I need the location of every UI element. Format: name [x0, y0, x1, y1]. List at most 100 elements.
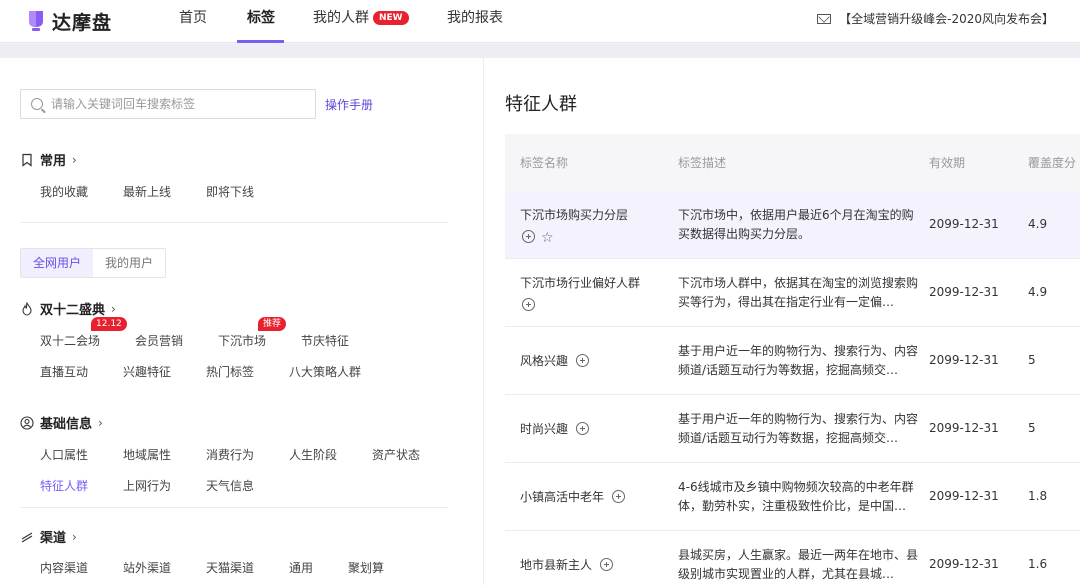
section-double12[interactable]: 双十二盛典 ›	[20, 299, 116, 318]
tag-life-stage[interactable]: 人生阶段	[289, 446, 337, 463]
add-icon[interactable]	[576, 354, 590, 367]
row-name-cell: 下沉市场行业偏好人群	[520, 274, 660, 314]
tag-tmall-channel[interactable]: 天猫渠道	[206, 559, 254, 576]
row-name[interactable]: 风格兴趣	[520, 354, 568, 368]
section-channel[interactable]: 渠道 ›	[20, 527, 77, 546]
nav-tags-label: 标签	[247, 10, 275, 26]
top-nav: 达摩盘 首页 标签 我的人群 NEW 我的报表 【全域营销升级峰会-2020风向发…	[0, 0, 1080, 43]
row-name[interactable]: 地市县新主人	[520, 558, 592, 572]
tag-juhuasuan[interactable]: 聚划算	[348, 559, 384, 576]
nav-active-indicator	[237, 40, 284, 43]
row-coverage: 4.9	[1028, 285, 1048, 299]
row-name[interactable]: 时尚兴趣	[520, 422, 568, 436]
col-tag-name: 标签名称	[520, 156, 569, 170]
add-icon[interactable]	[600, 558, 614, 571]
mail-icon	[817, 13, 832, 24]
tag-going-offline[interactable]: 即将下线	[206, 183, 254, 200]
row-coverage: 4.9	[1028, 217, 1048, 231]
chevron-right-icon: ›	[98, 415, 103, 430]
tag-lower-tier-market[interactable]: 下沉市场	[218, 332, 266, 349]
row-date: 2099-12-31	[929, 489, 999, 503]
table-row[interactable]: 下沉市场购买力分层 ☆ 下沉市场中，依据用户最近6个月在淘宝的购买数据得出购买力…	[505, 192, 1080, 259]
nav-home[interactable]: 首页	[179, 0, 207, 43]
tag-category-panel: 操作手册 常用 › 我的收藏 最新上线 即将下线 全网用户 我的用户 双十二盛典 ›…	[0, 58, 483, 585]
segment-all-users[interactable]: 全网用户	[21, 249, 94, 277]
row-date: 2099-12-31	[929, 285, 999, 299]
tag-consumption[interactable]: 消费行为	[206, 446, 254, 463]
row-name[interactable]: 小镇高活中老年	[520, 490, 604, 504]
nav-my-audience[interactable]: 我的人群 NEW	[313, 0, 409, 43]
tag-content-channel[interactable]: 内容渠道	[40, 559, 88, 576]
add-icon[interactable]	[522, 230, 535, 243]
section-common[interactable]: 常用 ›	[20, 150, 77, 169]
tag-general[interactable]: 通用	[289, 559, 313, 576]
announcement[interactable]: 【全域营销升级峰会-2020风向发布会】	[817, 10, 1054, 27]
new-badge: NEW	[373, 11, 409, 25]
row-desc: 4-6线城市及乡镇中购物频次较高的中老年群体，勤劳朴实，注重极致性价比，是中国…	[678, 480, 914, 513]
user-scope-toggle: 全网用户 我的用户	[20, 248, 167, 278]
row-coverage: 5	[1028, 421, 1036, 435]
tag-list-panel: 特征人群 标签名称 标签描述 有效期 覆盖度分 下沉市场购买力分层 ☆ 下沉市场…	[483, 58, 1080, 585]
add-icon[interactable]	[522, 298, 535, 311]
search-icon	[31, 98, 43, 110]
tag-festival-features[interactable]: 节庆特征	[301, 332, 349, 349]
nav-tags[interactable]: 标签	[247, 0, 275, 43]
row-desc: 下沉市场中，依据用户最近6个月在淘宝的购买数据得出购买力分层。	[678, 208, 914, 241]
tag-eight-strategies[interactable]: 八大策略人群	[289, 363, 361, 380]
section-channel-title: 渠道	[40, 531, 67, 546]
table-row[interactable]: 时尚兴趣 基于用户近一年的购物行为、搜索行为、内容频道/话题互动行为等数据，挖掘…	[505, 396, 1080, 463]
add-icon[interactable]	[576, 422, 590, 435]
section-double12-title: 双十二盛典	[40, 303, 106, 318]
tag-search[interactable]	[20, 89, 316, 119]
col-tag-desc: 标签描述	[678, 156, 727, 170]
divider	[20, 222, 448, 223]
flame-icon	[20, 300, 34, 316]
tag-feature-audience[interactable]: 特征人群	[40, 477, 88, 494]
row-date: 2099-12-31	[929, 353, 999, 367]
tag-my-favorites[interactable]: 我的收藏	[40, 183, 88, 200]
row-name-cell: 小镇高活中老年	[520, 488, 660, 506]
table-row[interactable]: 下沉市场行业偏好人群 下沉市场人群中，依据其在淘宝的浏览搜索购买等行为，得出其在…	[505, 260, 1080, 327]
section-basic-info[interactable]: 基础信息 ›	[20, 413, 103, 432]
tag-double12-venue[interactable]: 双十二会场	[40, 332, 100, 349]
row-name-cell: 下沉市场购买力分层 ☆	[520, 206, 660, 247]
logo-icon	[26, 9, 46, 33]
tag-hot-tags[interactable]: 热门标签	[206, 363, 254, 380]
search-input[interactable]	[51, 97, 301, 111]
row-date: 2099-12-31	[929, 421, 999, 435]
bookmark-icon	[20, 153, 34, 167]
row-name[interactable]: 下沉市场购买力分层	[520, 206, 660, 224]
nav-home-label: 首页	[179, 10, 207, 26]
tag-online-behavior[interactable]: 上网行为	[123, 477, 171, 494]
tag-live-interaction[interactable]: 直播互动	[40, 363, 88, 380]
nav-my-reports-label: 我的报表	[447, 10, 503, 26]
row-desc: 基于用户近一年的购物行为、搜索行为、内容频道/话题互动行为等数据，挖掘高频交…	[678, 344, 918, 377]
nav-my-reports[interactable]: 我的报表	[447, 0, 503, 43]
table-row[interactable]: 地市县新主人 县城买房，人生赢家。最近一两年在地市、县级别城市实现置业的人群，尤…	[505, 532, 1080, 585]
tag-interest-features[interactable]: 兴趣特征	[123, 363, 171, 380]
channel-icon	[20, 530, 34, 544]
table-row[interactable]: 风格兴趣 基于用户近一年的购物行为、搜索行为、内容频道/话题互动行为等数据，挖掘…	[505, 328, 1080, 395]
tag-newly-launched[interactable]: 最新上线	[123, 183, 171, 200]
manual-link[interactable]: 操作手册	[325, 96, 373, 113]
row-name[interactable]: 下沉市场行业偏好人群	[520, 274, 660, 292]
tag-offsite-channel[interactable]: 站外渠道	[123, 559, 171, 576]
row-coverage: 1.8	[1028, 489, 1048, 503]
logo[interactable]: 达摩盘	[26, 7, 112, 35]
divider	[20, 507, 448, 508]
nav-my-audience-label: 我的人群	[313, 10, 369, 26]
tag-member-marketing[interactable]: 会员营销	[135, 332, 183, 349]
add-icon[interactable]	[612, 490, 626, 503]
tag-asset-status[interactable]: 资产状态	[372, 446, 420, 463]
segment-my-users[interactable]: 我的用户	[93, 249, 165, 277]
star-icon[interactable]: ☆	[541, 229, 554, 247]
col-valid-until: 有效期	[929, 156, 966, 170]
table-row[interactable]: 小镇高活中老年 4-6线城市及乡镇中购物频次较高的中老年群体，勤劳朴实，注重极致…	[505, 464, 1080, 531]
tag-region[interactable]: 地域属性	[123, 446, 171, 463]
table-header: 标签名称 标签描述 有效期 覆盖度分	[505, 134, 1080, 192]
page-title: 特征人群	[505, 94, 577, 115]
tag-weather[interactable]: 天气信息	[206, 477, 254, 494]
tag-demographics[interactable]: 人口属性	[40, 446, 88, 463]
logo-text: 达摩盘	[52, 11, 113, 34]
header-band	[0, 44, 1080, 58]
